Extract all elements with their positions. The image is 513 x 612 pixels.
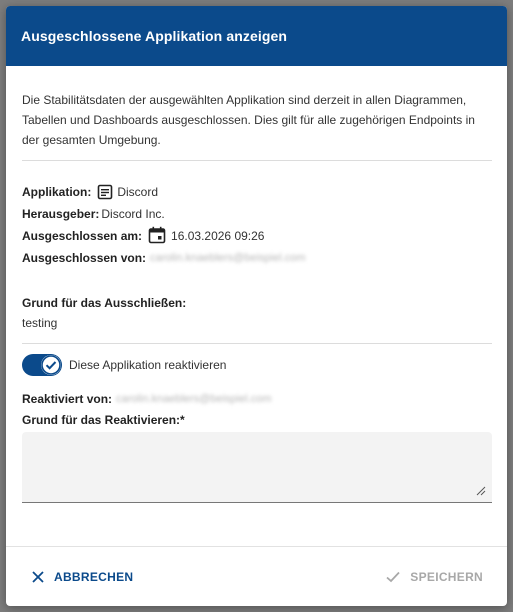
cancel-button-label: ABBRECHEN [54, 569, 134, 584]
dialog-footer: ABBRECHEN SPEICHERN [6, 546, 507, 606]
excluded-by-value: carolin.knaeblers@beispiel.com [150, 252, 306, 264]
dialog-title: Ausgeschlossene Applikation anzeigen [21, 28, 288, 44]
reactivate-reason-input[interactable] [22, 432, 492, 502]
reactivate-toggle-row: Diese Applikation reaktivieren [22, 352, 492, 378]
excluded-on-row: Ausgeschlossen am: 16.03.2026 09:26 [22, 225, 492, 247]
reactivated-by-label: Reaktiviert von: [22, 392, 113, 406]
publisher-row: Herausgeber: Discord Inc. [22, 203, 492, 225]
calendar-icon [148, 226, 166, 244]
info-section: Applikation: Discord Herausgeber: Discor… [22, 161, 492, 269]
excluded-on-value: 16.03.2026 09:26 [171, 229, 265, 243]
resize-grip-icon[interactable] [476, 486, 486, 496]
publisher-value: Discord Inc. [101, 207, 165, 221]
application-label: Applikation: [22, 185, 92, 199]
toggle-knob [41, 355, 61, 375]
reactivated-by-value: carolin.knaeblers@beispiel.com [116, 393, 272, 405]
publisher-label: Herausgeber: [22, 207, 100, 221]
cancel-button[interactable]: ABBRECHEN [32, 570, 133, 584]
reactivate-reason-label: Grund für das Reaktivieren:* [22, 413, 185, 427]
reactivate-reason-field [22, 432, 492, 503]
check-icon [386, 571, 400, 583]
excluded-by-label: Ausgeschlossen von: [22, 251, 147, 265]
close-icon [32, 570, 44, 583]
document-icon [97, 184, 113, 200]
excluded-on-label: Ausgeschlossen am: [22, 229, 143, 243]
save-button[interactable]: SPEICHERN [386, 570, 483, 584]
application-row: Applikation: Discord [22, 181, 492, 203]
dialog-content: Die Stabilitätsdaten der ausgewählten Ap… [6, 66, 507, 503]
reactivate-toggle[interactable] [22, 354, 62, 376]
reactivated-by-row: Reaktiviert von: carolin.knaeblers@beisp… [22, 388, 492, 410]
exclusion-dialog: Ausgeschlossene Applikation anzeigen Die… [6, 6, 507, 606]
check-circle-icon [41, 355, 61, 375]
reactivate-toggle-label[interactable]: Diese Applikation reaktivieren [69, 358, 226, 372]
exclusion-reason-label: Grund für das Ausschließen: [22, 296, 187, 310]
section-divider [22, 343, 492, 344]
save-button-label: SPEICHERN [410, 569, 483, 584]
exclusion-reason-value: testing [22, 316, 58, 330]
excluded-by-row: Ausgeschlossen von: carolin.knaeblers@be… [22, 247, 492, 269]
dialog-header: Ausgeschlossene Applikation anzeigen [6, 6, 507, 66]
exclusion-reason-section: Grund für das Ausschließen: testing [22, 293, 492, 333]
application-value: Discord [117, 185, 159, 199]
intro-text: Die Stabilitätsdaten der ausgewählten Ap… [22, 66, 492, 161]
